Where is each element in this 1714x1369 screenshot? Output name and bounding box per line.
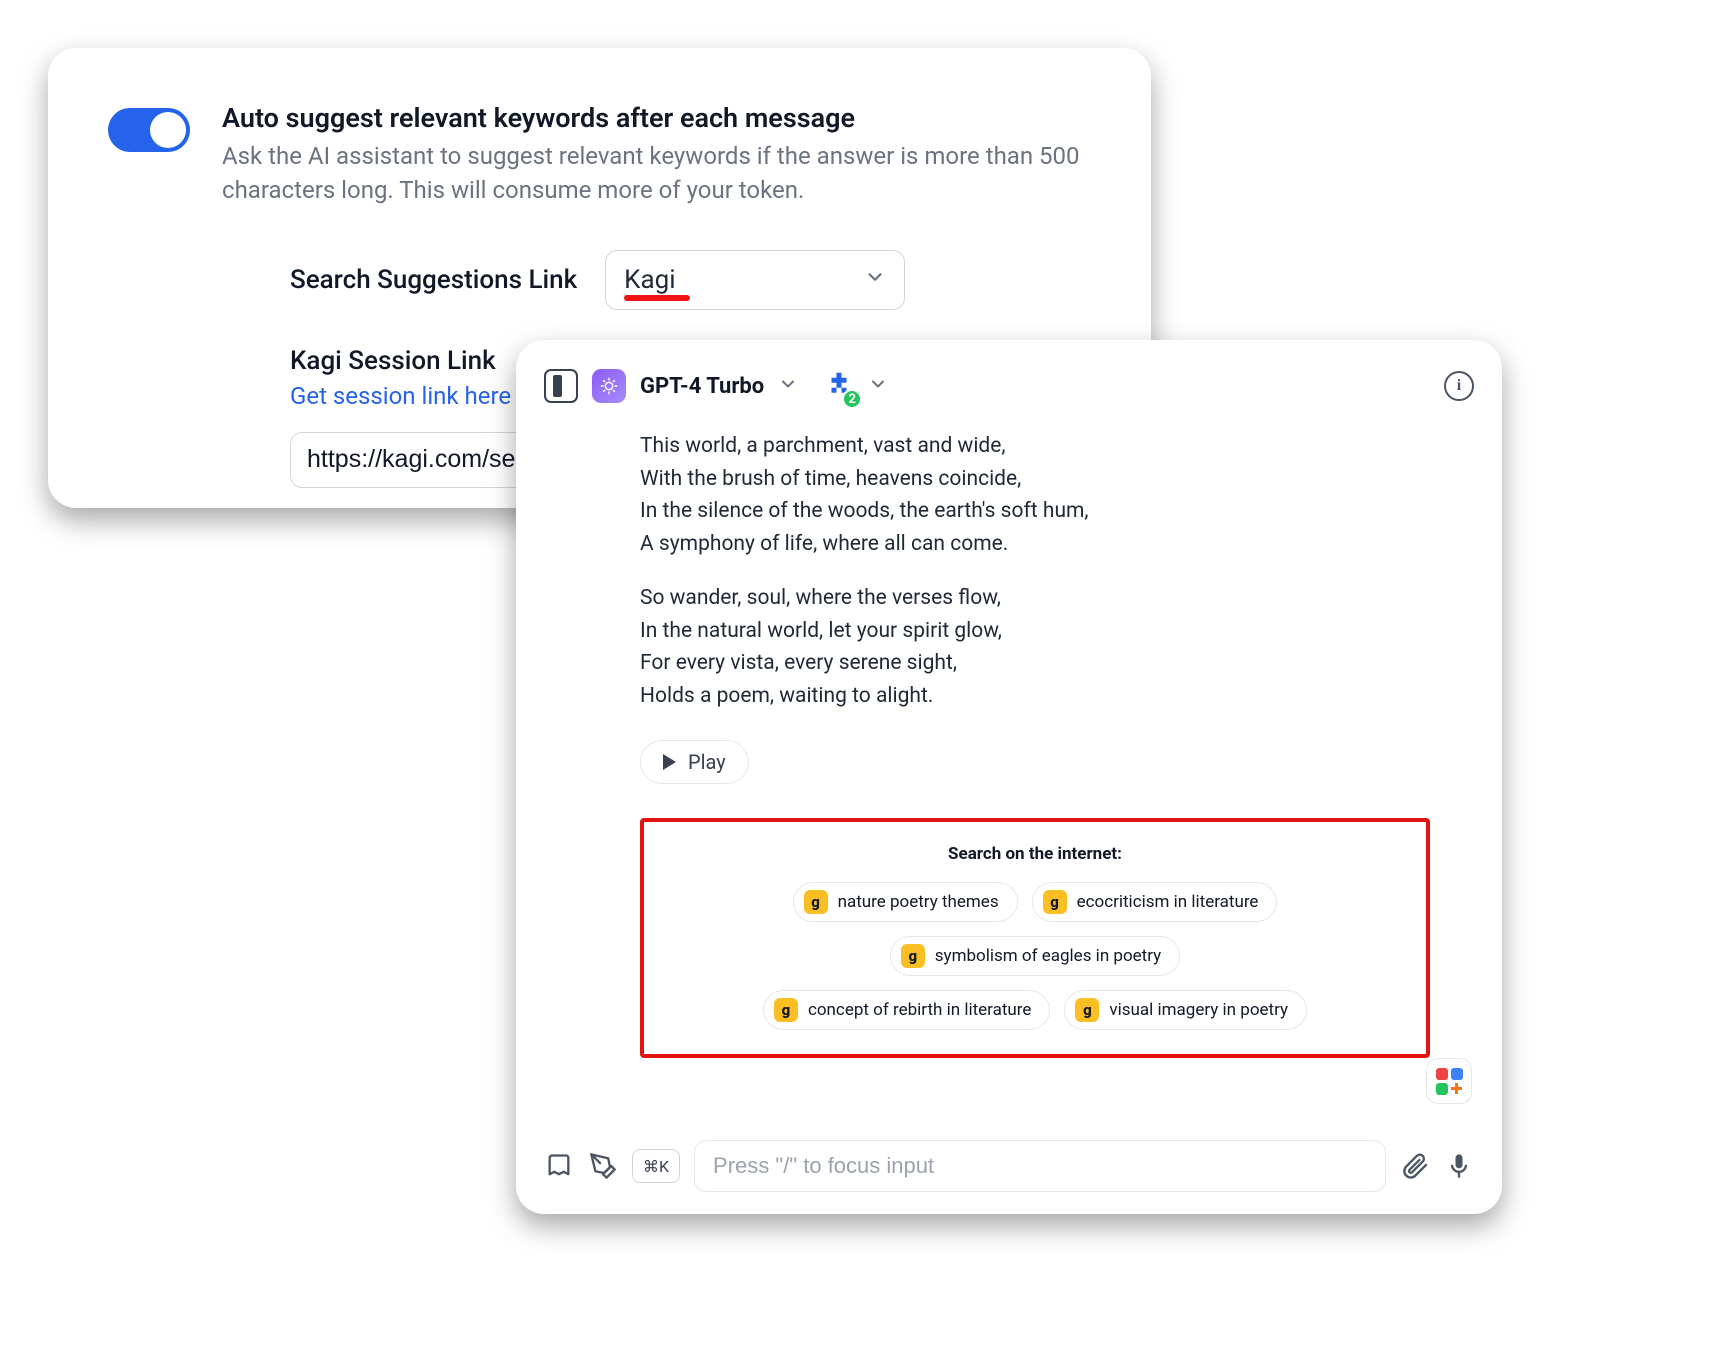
- kagi-icon: g: [804, 890, 828, 914]
- kagi-icon: g: [774, 998, 798, 1022]
- chat-panel: GPT-4 Turbo 2 i This world, a parchment,…: [516, 340, 1502, 1214]
- kagi-icon: g: [901, 944, 925, 968]
- pen-icon[interactable]: [588, 1151, 618, 1181]
- play-icon: [663, 754, 676, 770]
- search-suggestions-box: Search on the internet: gnature poetry t…: [640, 818, 1430, 1058]
- auto-suggest-toggle[interactable]: [108, 108, 190, 152]
- poem-line: For every vista, every serene sight,: [640, 647, 1420, 680]
- chat-header: GPT-4 Turbo 2 i: [544, 362, 1474, 410]
- openai-logo-icon: [592, 369, 626, 403]
- kagi-icon: g: [1043, 890, 1067, 914]
- setting-auto-suggest: Auto suggest relevant keywords after eac…: [108, 100, 1091, 208]
- search-pill[interactable]: gnature poetry themes: [793, 882, 1018, 922]
- plugin-chevron-icon[interactable]: [868, 374, 888, 398]
- search-suggestions-value: Kagi: [624, 265, 675, 295]
- play-label: Play: [688, 750, 726, 774]
- search-suggestions-label: Search Suggestions Link: [290, 265, 577, 295]
- apps-button[interactable]: [1426, 1058, 1472, 1104]
- setting-description: Ask the AI assistant to suggest relevant…: [222, 140, 1091, 207]
- attachment-icon[interactable]: [1400, 1151, 1430, 1181]
- search-pill[interactable]: gconcept of rebirth in literature: [763, 990, 1050, 1030]
- sidebar-toggle-icon[interactable]: [544, 369, 578, 403]
- shortcut-hint[interactable]: ⌘K: [632, 1149, 680, 1183]
- poem-line: A symphony of life, where all can come.: [640, 528, 1420, 561]
- search-pill[interactable]: gsymbolism of eagles in poetry: [890, 936, 1180, 976]
- search-pill[interactable]: gvisual imagery in poetry: [1064, 990, 1307, 1030]
- apps-grid-icon: [1436, 1068, 1463, 1095]
- plugins-button[interactable]: 2: [824, 369, 854, 403]
- info-icon[interactable]: i: [1444, 371, 1474, 401]
- search-suggestions-select[interactable]: Kagi: [605, 250, 905, 310]
- model-chevron-icon[interactable]: [778, 374, 798, 398]
- poem-line: Holds a poem, waiting to alight.: [640, 680, 1420, 713]
- model-name: GPT-4 Turbo: [640, 374, 764, 399]
- poem-line: In the natural world, let your spirit gl…: [640, 615, 1420, 648]
- chat-input-bar: ⌘K: [544, 1140, 1474, 1192]
- search-suggestions-row: Search Suggestions Link Kagi: [290, 250, 1091, 310]
- kagi-icon: g: [1075, 998, 1099, 1022]
- assistant-message: This world, a parchment, vast and wide, …: [640, 430, 1420, 1058]
- search-suggestions-title: Search on the internet:: [662, 844, 1408, 864]
- chevron-down-icon: [864, 265, 886, 295]
- setting-title: Auto suggest relevant keywords after eac…: [222, 100, 1091, 136]
- poem-line: With the brush of time, heavens coincide…: [640, 463, 1420, 496]
- chat-input[interactable]: [694, 1140, 1386, 1192]
- play-button[interactable]: Play: [640, 740, 749, 784]
- poem-line: In the silence of the woods, the earth's…: [640, 495, 1420, 528]
- library-icon[interactable]: [544, 1151, 574, 1181]
- search-pill[interactable]: gecocriticism in literature: [1032, 882, 1278, 922]
- microphone-icon[interactable]: [1444, 1151, 1474, 1181]
- poem-line: So wander, soul, where the verses flow,: [640, 582, 1420, 615]
- poem-line: This world, a parchment, vast and wide,: [640, 430, 1420, 463]
- plugin-count-badge: 2: [842, 389, 862, 409]
